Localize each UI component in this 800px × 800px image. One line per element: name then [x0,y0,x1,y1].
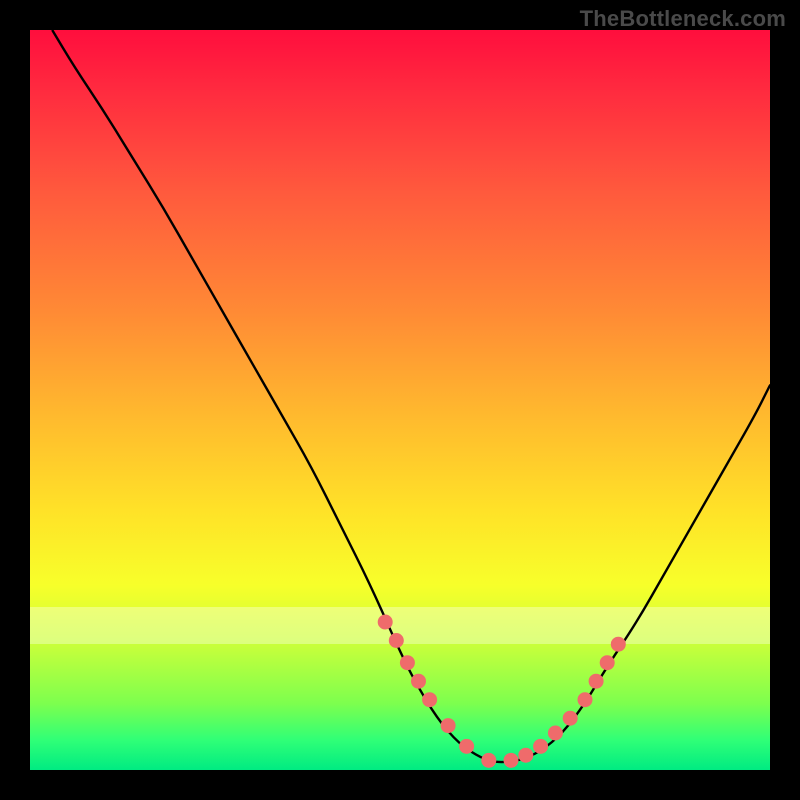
data-dot [589,674,604,689]
data-dot [533,739,548,754]
bottleneck-curve [52,30,770,762]
data-dot [600,655,615,670]
data-dot [611,637,626,652]
watermark-text: TheBottleneck.com [580,6,786,32]
data-dot [504,753,519,768]
dot-group [378,615,626,768]
data-dot [459,739,474,754]
data-dot [518,748,533,763]
data-dot [578,692,593,707]
data-dot [548,726,563,741]
data-dot [441,718,456,733]
data-dot [400,655,415,670]
chart-frame: TheBottleneck.com [0,0,800,800]
data-dot [422,692,437,707]
data-dot [481,753,496,768]
data-dot [563,711,578,726]
data-dot [411,674,426,689]
data-dot [378,615,393,630]
curve-layer [30,30,770,770]
data-dot [389,633,404,648]
plot-area [30,30,770,770]
